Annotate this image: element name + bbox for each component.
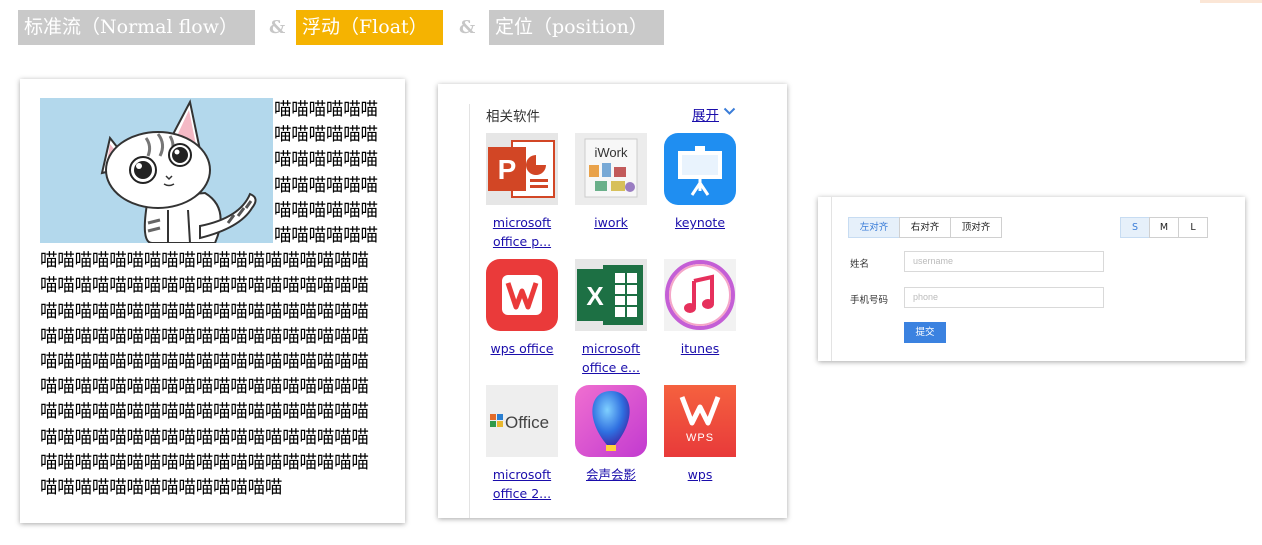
align-right-button[interactable]: 右对齐: [899, 217, 951, 238]
svg-text:X: X: [586, 281, 604, 311]
expand-link[interactable]: 展开: [692, 104, 719, 124]
wps-icon: WPS: [664, 385, 736, 457]
name-label: 姓名: [850, 259, 870, 270]
powerpoint-icon: P: [486, 133, 558, 205]
app-label[interactable]: wps: [655, 465, 745, 484]
form-card: 左对齐 右对齐 顶对齐 S M L 姓名 username 手机号码 phone…: [818, 197, 1245, 361]
normal-flow-card: 喵喵喵喵喵喵喵喵喵喵喵喵喵喵喵喵喵喵喵喵喵喵喵喵喵喵喵喵喵喵喵喵喵喵喵喵喵喵喵喵…: [20, 79, 405, 523]
corner-decoration: [1200, 0, 1262, 3]
submit-button[interactable]: 提交: [904, 322, 946, 343]
app-item[interactable]: keynote: [655, 133, 745, 232]
svg-text:P: P: [498, 154, 517, 185]
office-2011-icon: Office: [486, 385, 558, 457]
position-tag: 定位（position）: [489, 10, 664, 45]
align-left-button[interactable]: 左对齐: [848, 217, 900, 238]
excel-icon: X: [575, 259, 647, 331]
divider-line: [831, 197, 832, 361]
app-item[interactable]: itunes: [655, 259, 745, 358]
app-item[interactable]: X microsoft office e...: [566, 259, 656, 377]
divider-line: [469, 104, 470, 518]
app-item[interactable]: wps office: [477, 259, 567, 358]
app-label[interactable]: wps office: [477, 339, 567, 358]
chevron-down-icon[interactable]: [723, 107, 736, 116]
app-item[interactable]: P microsoft office p...: [477, 133, 567, 251]
size-button-group: S M L: [1120, 217, 1208, 238]
phone-input[interactable]: phone: [904, 287, 1104, 308]
app-label[interactable]: keynote: [655, 213, 745, 232]
align-top-button[interactable]: 顶对齐: [950, 217, 1002, 238]
related-software-title: 相关软件: [486, 109, 540, 125]
app-item[interactable]: 会声会影: [566, 385, 656, 484]
app-label[interactable]: iwork: [566, 213, 656, 232]
app-label[interactable]: itunes: [655, 339, 745, 358]
huishenghuiying-icon: [575, 385, 647, 457]
itunes-icon: [664, 259, 736, 331]
app-item[interactable]: WPS wps: [655, 385, 745, 484]
svg-text:WPS: WPS: [686, 432, 714, 444]
svg-text:iWork: iWork: [595, 145, 628, 160]
size-l-button[interactable]: L: [1178, 217, 1208, 238]
float-tag: 浮动（Float）: [296, 10, 443, 45]
ampersand-separator: &: [269, 17, 286, 38]
app-label[interactable]: microsoft office e...: [566, 339, 656, 377]
cat-illustration: [40, 98, 273, 243]
size-s-button[interactable]: S: [1120, 217, 1150, 238]
app-label[interactable]: 会声会影: [566, 465, 656, 484]
phone-label: 手机号码: [850, 295, 889, 306]
app-label[interactable]: microsoft office p...: [477, 213, 567, 251]
iwork-icon: iWork: [575, 133, 647, 205]
app-item[interactable]: Office microsoft office 2...: [477, 385, 567, 503]
flow-text-block: 喵喵喵喵喵喵喵喵喵喵喵喵喵喵喵喵喵喵喵喵喵喵喵喵喵喵喵喵喵喵喵喵喵喵喵喵喵喵喵喵…: [40, 98, 382, 501]
size-m-button[interactable]: M: [1149, 217, 1179, 238]
normal-flow-tag: 标准流（Normal flow）: [18, 10, 255, 45]
related-software-card: 相关软件 展开 P microsoft office p... iWork iw…: [438, 84, 787, 518]
keynote-icon: [664, 133, 736, 205]
ampersand-separator: &: [459, 17, 476, 38]
username-input[interactable]: username: [904, 251, 1104, 272]
app-item[interactable]: iWork iwork: [566, 133, 656, 232]
wps-office-icon: [486, 259, 558, 331]
svg-text:Office: Office: [505, 413, 549, 432]
app-label[interactable]: microsoft office 2...: [477, 465, 567, 503]
align-button-group: 左对齐 右对齐 顶对齐: [848, 217, 1002, 238]
